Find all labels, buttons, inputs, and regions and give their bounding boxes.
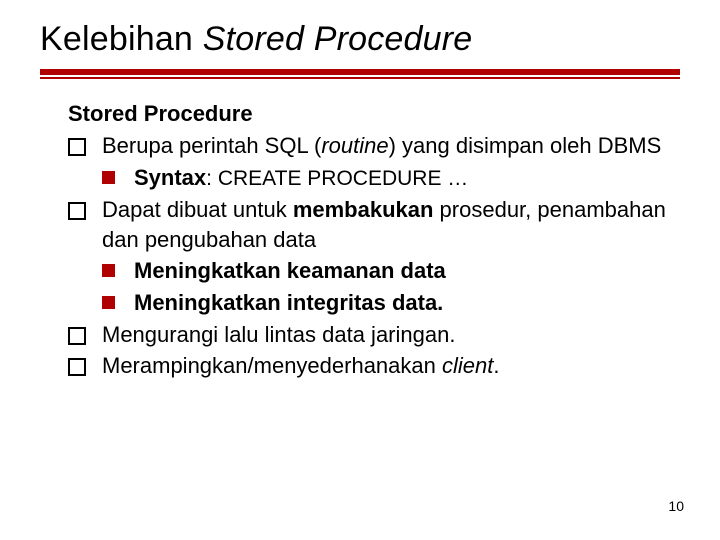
text-bold: membakukan <box>293 197 434 222</box>
list-item: Meningkatkan integritas data. <box>102 288 680 318</box>
sublist: Meningkatkan keamanan data Meningkatkan … <box>102 256 680 317</box>
slide: Kelebihan Stored Procedure Stored Proced… <box>0 0 720 540</box>
text-bold: Meningkatkan keamanan data <box>134 258 446 283</box>
rule-thin <box>40 77 680 79</box>
text: ) yang disimpan oleh DBMS <box>389 133 662 158</box>
text-bold: Syntax <box>134 165 206 190</box>
text: . <box>493 353 499 378</box>
text: Berupa perintah SQL ( <box>102 133 321 158</box>
title-text-italic: Stored Procedure <box>203 20 473 58</box>
list-item: Merampingkan/menyederhanakan client. <box>68 351 680 381</box>
title-text-plain: Kelebihan <box>40 20 203 58</box>
title-rule <box>40 69 680 79</box>
list-item: Meningkatkan keamanan data <box>102 256 680 286</box>
text-italic: client <box>442 353 493 378</box>
text-italic: routine <box>321 133 388 158</box>
list-item: Berupa perintah SQL (routine) yang disim… <box>68 131 680 193</box>
bullet-list: Berupa perintah SQL (routine) yang disim… <box>68 131 680 381</box>
sublist: Syntax: CREATE PROCEDURE … <box>102 163 680 193</box>
text: Merampingkan/menyederhanakan <box>102 353 442 378</box>
text: Dapat dibuat untuk <box>102 197 293 222</box>
page-number: 10 <box>668 498 684 514</box>
slide-title: Kelebihan Stored Procedure <box>40 20 680 59</box>
text-bold: Meningkatkan integritas data. <box>134 290 443 315</box>
list-item: Dapat dibuat untuk membakukan prosedur, … <box>68 195 680 318</box>
text: : CREATE PROCEDURE … <box>206 167 468 190</box>
list-item: Syntax: CREATE PROCEDURE … <box>102 163 680 193</box>
rule-thick <box>40 69 680 75</box>
text: Mengurangi lalu lintas data jaringan. <box>102 322 455 347</box>
subtitle: Stored Procedure <box>68 101 680 127</box>
list-item: Mengurangi lalu lintas data jaringan. <box>68 320 680 350</box>
